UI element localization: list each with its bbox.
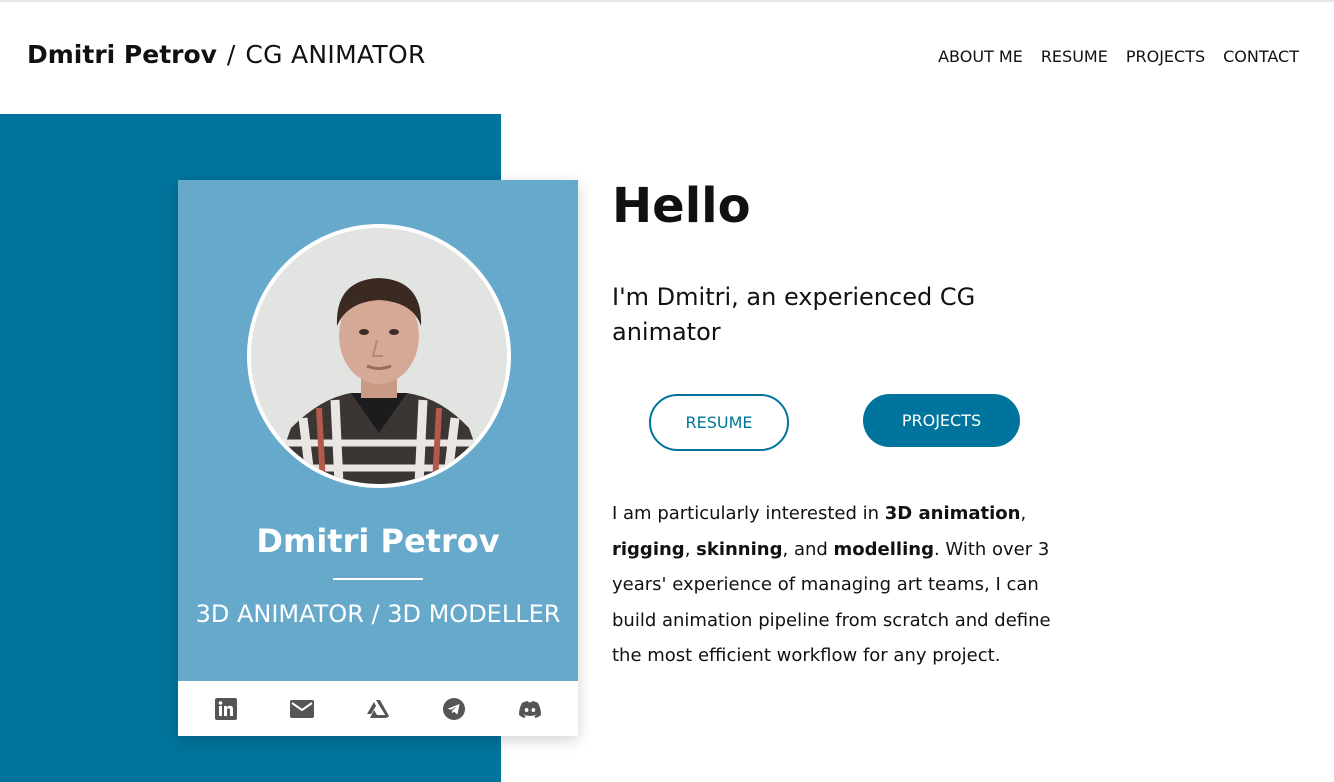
card-role: 3D ANIMATOR / 3D MODELLER: [195, 600, 561, 628]
linkedin-icon[interactable]: [214, 697, 238, 721]
bio-keyword: 3D animation: [884, 503, 1021, 524]
social-links-bar: [178, 681, 578, 736]
profile-card: Dmitri Petrov 3D ANIMATOR / 3D MODELLER: [178, 180, 578, 736]
main-nav: ABOUT ME RESUME PROJECTS CONTACT: [938, 47, 1299, 66]
card-divider: [333, 578, 423, 580]
brand-role: CG ANIMATOR: [245, 40, 426, 69]
bio-keyword: rigging: [612, 538, 685, 560]
nav-projects[interactable]: PROJECTS: [1126, 47, 1205, 66]
projects-button[interactable]: PROJECTS: [863, 394, 1020, 447]
brand-name: Dmitri Petrov: [27, 40, 217, 69]
avatar-photo: [251, 228, 507, 484]
bio-paragraph: I am particularly interested in 3D anima…: [612, 496, 1062, 674]
card-name: Dmitri Petrov: [256, 522, 500, 560]
nav-resume[interactable]: RESUME: [1041, 47, 1108, 66]
artstation-icon[interactable]: [366, 697, 390, 721]
hero-intro: I'm Dmitri, an experienced CG animator: [612, 283, 976, 346]
nav-contact[interactable]: CONTACT: [1223, 47, 1299, 66]
bio-text: ,: [684, 538, 697, 560]
avatar: [247, 224, 511, 488]
hero-greeting: Hello: [612, 178, 751, 234]
telegram-icon[interactable]: [442, 697, 466, 721]
top-border: [0, 0, 1334, 2]
site-brand[interactable]: Dmitri Petrov / CG ANIMATOR: [27, 40, 426, 69]
email-icon[interactable]: [290, 697, 314, 721]
resume-button[interactable]: RESUME: [649, 394, 789, 451]
bio-text: ,: [1020, 503, 1027, 524]
brand-separator: /: [226, 40, 236, 69]
bio-text: , and: [782, 538, 834, 560]
nav-about-me[interactable]: ABOUT ME: [938, 47, 1023, 66]
bio-text: I am particularly interested in: [612, 503, 885, 524]
discord-icon[interactable]: [518, 697, 542, 721]
bio-keyword: skinning: [696, 538, 783, 560]
profile-card-body: Dmitri Petrov 3D ANIMATOR / 3D MODELLER: [178, 180, 578, 681]
bio-keyword: modelling: [833, 538, 934, 560]
